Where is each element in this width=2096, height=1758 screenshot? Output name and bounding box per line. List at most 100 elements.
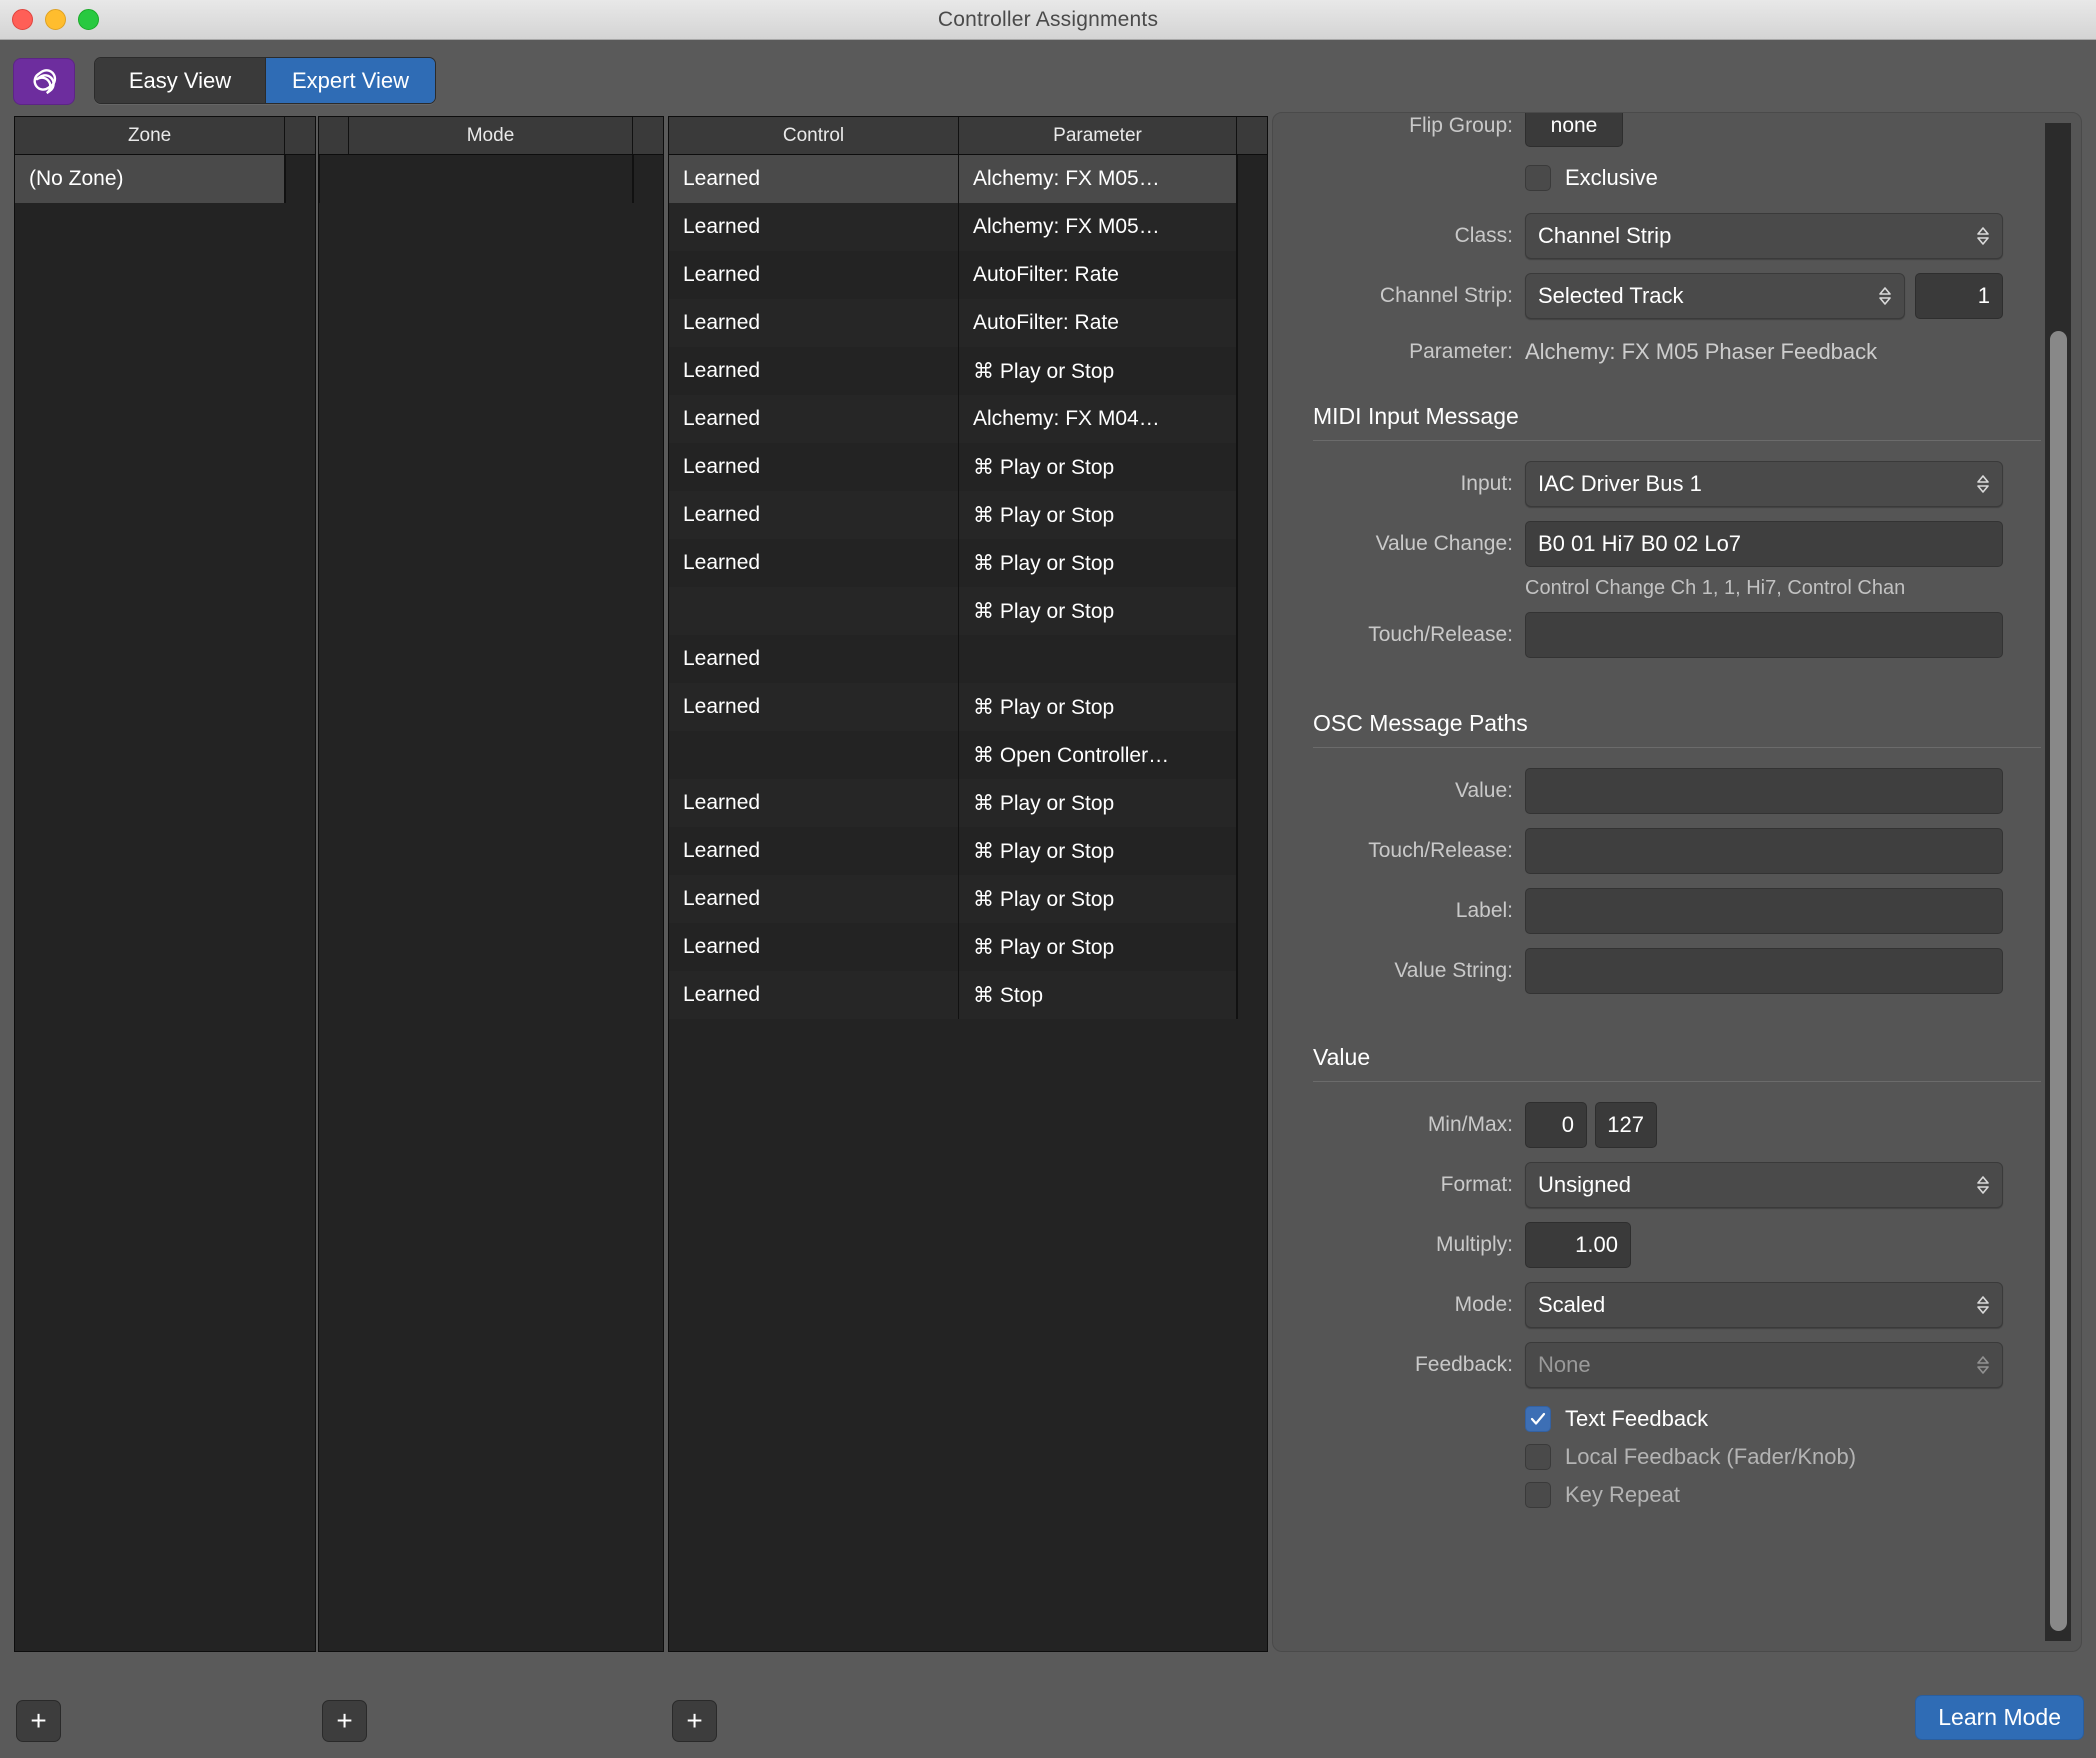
control-column-header[interactable]: Control: [669, 117, 959, 154]
assignment-control-cell[interactable]: Learned: [669, 491, 959, 539]
assignment-row[interactable]: Learned ⌘ Play or Stop: [669, 443, 1267, 491]
assignment-row[interactable]: Learned AutoFilter: Rate: [669, 251, 1267, 299]
assignment-row[interactable]: Learned: [669, 635, 1267, 683]
tab-easy-view[interactable]: Easy View: [95, 58, 265, 103]
assignment-parameter-cell[interactable]: ⌘ Play or Stop: [959, 539, 1237, 587]
text-feedback-checkbox[interactable]: [1525, 1406, 1551, 1432]
assignment-parameter-cell[interactable]: ⌘ Play or Stop: [959, 923, 1237, 971]
assignment-row[interactable]: Learned ⌘ Stop: [669, 971, 1267, 1019]
assignment-control-cell[interactable]: Learned: [669, 875, 959, 923]
assignment-row[interactable]: Learned ⌘ Play or Stop: [669, 347, 1267, 395]
assignment-control-cell[interactable]: Learned: [669, 395, 959, 443]
multiply-field[interactable]: 1.00: [1525, 1222, 1631, 1268]
zone-cell[interactable]: (No Zone): [15, 155, 285, 203]
assignment-row[interactable]: ⌘ Open Controller…: [669, 731, 1267, 779]
exclusive-checkbox[interactable]: [1525, 165, 1551, 191]
assignment-parameter-cell[interactable]: ⌘ Play or Stop: [959, 491, 1237, 539]
assignment-parameter-cell[interactable]: ⌘ Play or Stop: [959, 827, 1237, 875]
min-value-field[interactable]: 0: [1525, 1102, 1587, 1148]
assignment-row[interactable]: Learned ⌘ Play or Stop: [669, 827, 1267, 875]
assignment-control-cell[interactable]: Learned: [669, 155, 959, 203]
assignment-row[interactable]: ⌘ Play or Stop: [669, 587, 1267, 635]
zone-row[interactable]: (No Zone): [15, 155, 315, 203]
assignment-parameter-cell[interactable]: Alchemy: FX M05…: [959, 203, 1237, 251]
assignment-control-cell[interactable]: Learned: [669, 203, 959, 251]
assignment-row[interactable]: Learned ⌘ Play or Stop: [669, 683, 1267, 731]
channel-strip-popup-button[interactable]: Selected Track: [1525, 273, 1905, 319]
assignment-parameter-cell[interactable]: ⌘ Play or Stop: [959, 443, 1237, 491]
local-feedback-checkbox[interactable]: [1525, 1444, 1551, 1470]
assignment-control-cell[interactable]: Learned: [669, 971, 959, 1019]
assignment-parameter-cell[interactable]: ⌘ Open Controller…: [959, 731, 1237, 779]
midi-input-popup-button[interactable]: IAC Driver Bus 1: [1525, 461, 2003, 507]
assignment-parameter-cell[interactable]: [959, 635, 1237, 683]
mode-column-header[interactable]: Mode: [349, 117, 633, 154]
minimize-window-button[interactable]: [45, 9, 66, 30]
assignment-parameter-cell[interactable]: AutoFilter: Rate: [959, 299, 1237, 347]
assignment-control-cell[interactable]: Learned: [669, 683, 959, 731]
zone-column-header[interactable]: Zone: [15, 117, 286, 154]
inspector-scrollbar-track[interactable]: [2045, 123, 2071, 1641]
assignment-control-cell[interactable]: [669, 731, 959, 779]
assignment-parameter-cell[interactable]: ⌘ Play or Stop: [959, 683, 1237, 731]
assignment-row[interactable]: Learned Alchemy: FX M05…: [669, 155, 1267, 203]
assignment-parameter-cell[interactable]: ⌘ Play or Stop: [959, 875, 1237, 923]
assignment-row[interactable]: Learned ⌘ Play or Stop: [669, 923, 1267, 971]
key-repeat-checkbox[interactable]: [1525, 1482, 1551, 1508]
assignments-table-body[interactable]: Learned Alchemy: FX M05… Learned Alchemy: F…: [669, 155, 1267, 1651]
mode-popup-button[interactable]: Scaled: [1525, 1282, 2003, 1328]
add-assignment-button[interactable]: +: [672, 1700, 717, 1742]
format-popup-button[interactable]: Unsigned: [1525, 1162, 2003, 1208]
assignment-control-cell[interactable]: Learned: [669, 299, 959, 347]
mode-row[interactable]: [319, 155, 663, 203]
mode-table-body[interactable]: [319, 155, 663, 1651]
osc-value-input[interactable]: [1525, 768, 2003, 814]
assignment-parameter-cell[interactable]: Alchemy: FX M04…: [959, 395, 1237, 443]
feedback-popup-button[interactable]: None: [1525, 1342, 2003, 1388]
maximize-window-button[interactable]: [78, 9, 99, 30]
assignment-row[interactable]: Learned ⌘ Play or Stop: [669, 491, 1267, 539]
assignment-row[interactable]: Learned ⌘ Play or Stop: [669, 539, 1267, 587]
parameter-column-header[interactable]: Parameter: [959, 117, 1237, 154]
assignment-control-cell[interactable]: [669, 587, 959, 635]
assignment-parameter-cell[interactable]: AutoFilter: Rate: [959, 251, 1237, 299]
add-mode-button[interactable]: +: [322, 1700, 367, 1742]
assignment-control-cell[interactable]: Learned: [669, 539, 959, 587]
mode-cell[interactable]: [349, 155, 633, 203]
local-feedback-label: Local Feedback (Fader/Knob): [1565, 1444, 1857, 1469]
view-mode-segmented-control[interactable]: Easy View Expert View: [94, 57, 436, 104]
assignment-parameter-cell[interactable]: ⌘ Play or Stop: [959, 779, 1237, 827]
osc-touch-release-input[interactable]: [1525, 828, 2003, 874]
zone-table-body[interactable]: (No Zone): [15, 155, 315, 1651]
inspector-scrollbar-thumb[interactable]: [2050, 331, 2067, 1631]
assignment-control-cell[interactable]: Learned: [669, 251, 959, 299]
assignment-control-cell[interactable]: Learned: [669, 443, 959, 491]
assignment-control-cell[interactable]: Learned: [669, 827, 959, 875]
assignment-parameter-cell[interactable]: ⌘ Stop: [959, 971, 1237, 1019]
close-window-button[interactable]: [12, 9, 33, 30]
assignment-row[interactable]: Learned ⌘ Play or Stop: [669, 779, 1267, 827]
tab-expert-view[interactable]: Expert View: [265, 58, 435, 103]
assignment-control-cell[interactable]: Learned: [669, 347, 959, 395]
assignment-parameter-cell[interactable]: ⌘ Play or Stop: [959, 347, 1237, 395]
flip-group-field[interactable]: none: [1525, 113, 1623, 147]
max-value-field[interactable]: 127: [1595, 1102, 1657, 1148]
assignment-row[interactable]: Learned AutoFilter: Rate: [669, 299, 1267, 347]
class-popup-button[interactable]: Channel Strip: [1525, 213, 2003, 259]
channel-strip-index-field[interactable]: 1: [1915, 273, 2003, 319]
assignment-parameter-cell[interactable]: Alchemy: FX M05…: [959, 155, 1237, 203]
osc-value-string-input[interactable]: [1525, 948, 2003, 994]
assignment-row[interactable]: Learned Alchemy: FX M05…: [669, 203, 1267, 251]
assignment-control-cell[interactable]: Learned: [669, 923, 959, 971]
link-chain-icon-button[interactable]: [13, 58, 75, 105]
add-zone-button[interactable]: +: [16, 1700, 61, 1742]
assignment-parameter-cell[interactable]: ⌘ Play or Stop: [959, 587, 1237, 635]
midi-touch-release-input[interactable]: [1525, 612, 2003, 658]
value-change-input[interactable]: B0 01 Hi7 B0 02 Lo7: [1525, 521, 2003, 567]
assignment-row[interactable]: Learned Alchemy: FX M04…: [669, 395, 1267, 443]
assignment-control-cell[interactable]: Learned: [669, 779, 959, 827]
learn-mode-button[interactable]: Learn Mode: [1915, 1695, 2084, 1740]
assignment-row[interactable]: Learned ⌘ Play or Stop: [669, 875, 1267, 923]
assignment-control-cell[interactable]: Learned: [669, 635, 959, 683]
osc-label-input[interactable]: [1525, 888, 2003, 934]
